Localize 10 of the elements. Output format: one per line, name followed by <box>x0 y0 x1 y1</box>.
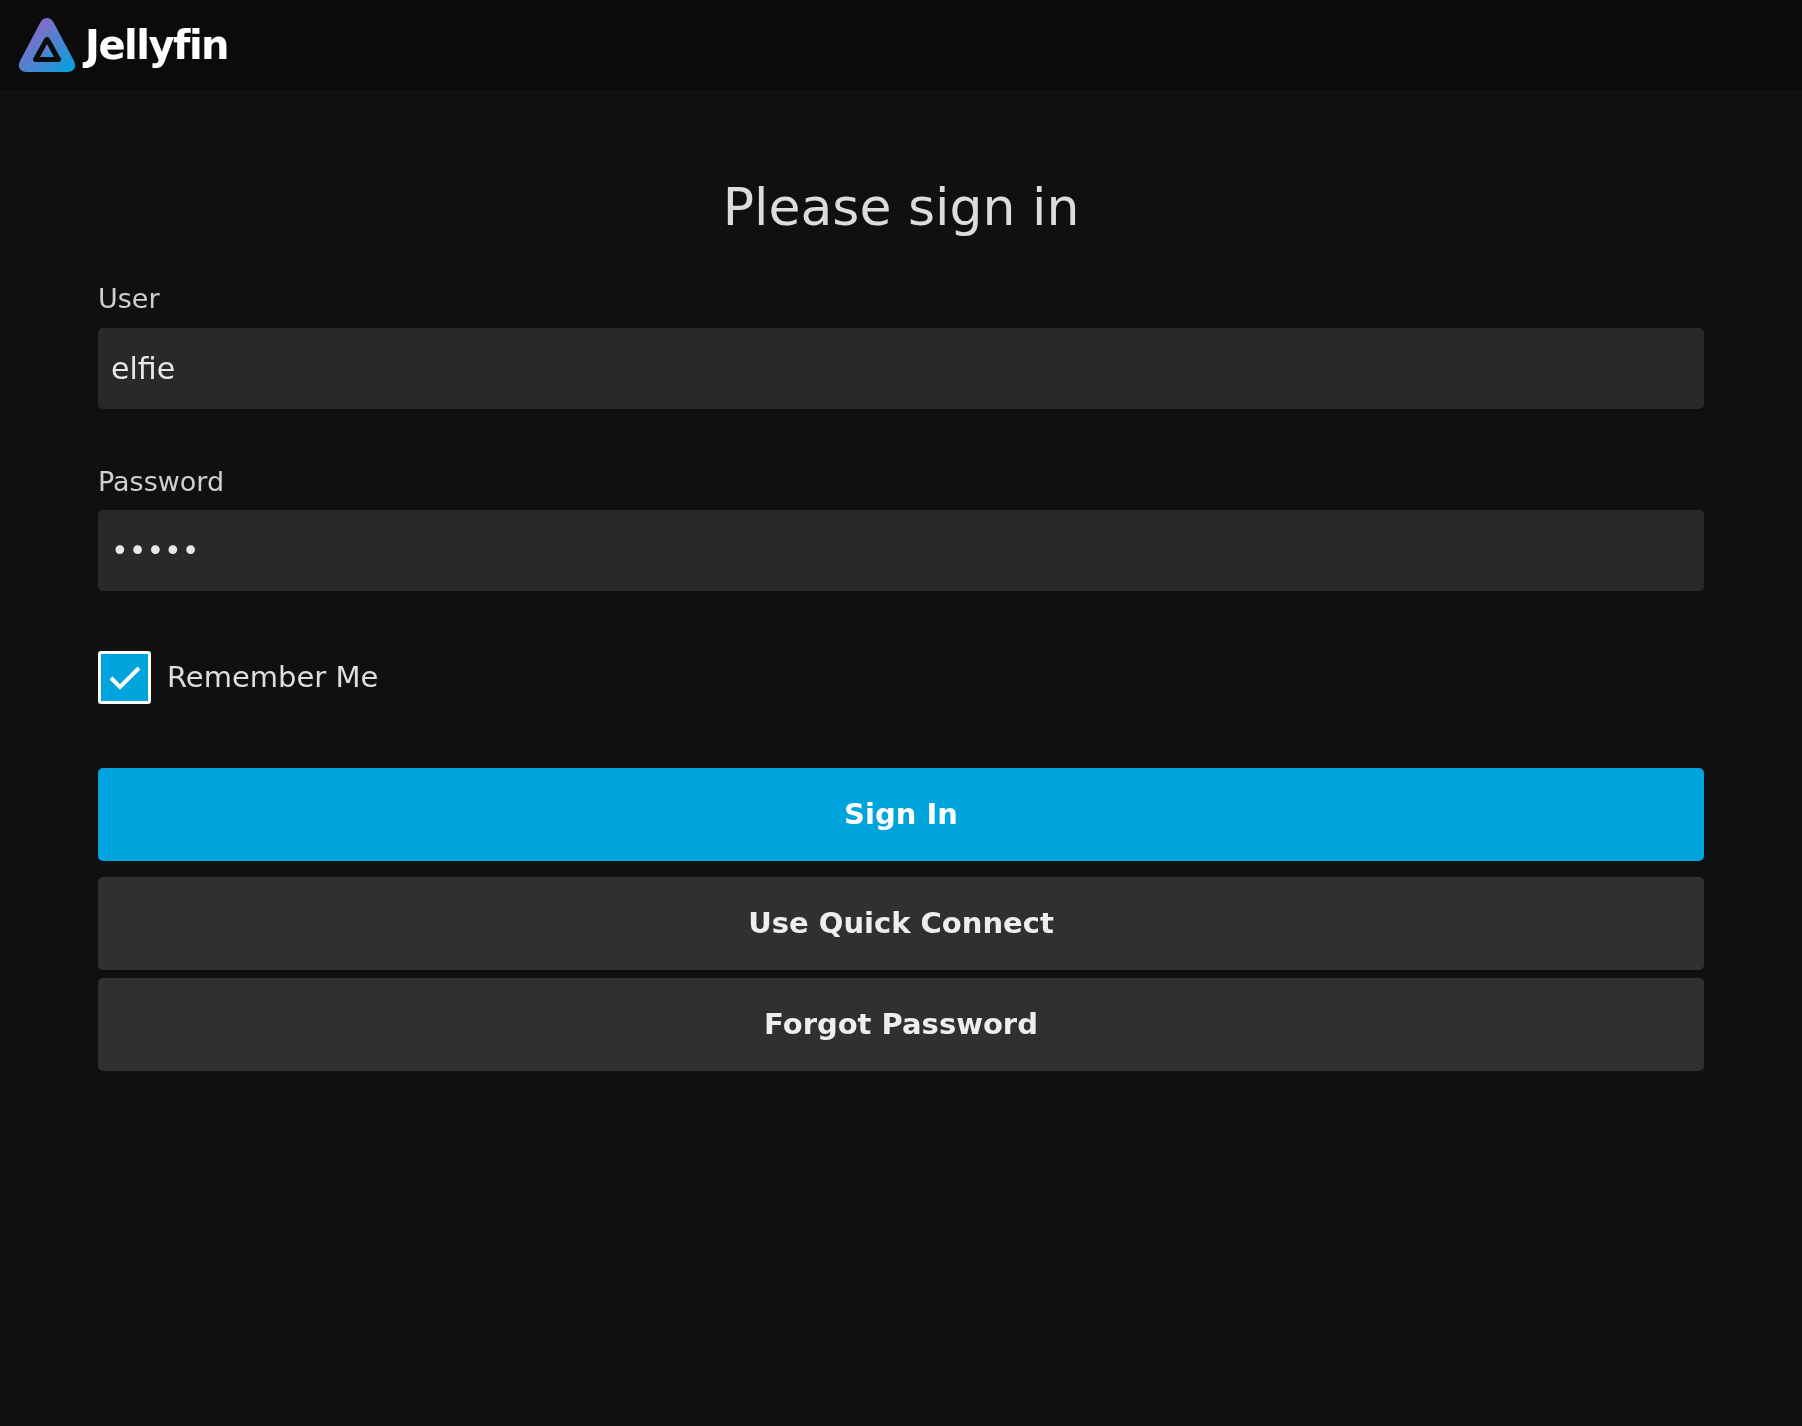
page-title: Please sign in <box>721 176 1081 239</box>
remember-label[interactable]: Remember Me <box>167 656 379 700</box>
action-button[interactable]: Forgot Password <box>98 978 1704 1072</box>
field-label: Password <box>98 464 225 499</box>
input-field[interactable]: elfie <box>98 327 1704 409</box>
remember-checkbox[interactable] <box>98 651 151 705</box>
input-field[interactable]: ••••• <box>98 510 1704 592</box>
logo-icon <box>17 15 77 75</box>
field-label: User <box>98 282 160 317</box>
action-button[interactable]: Use Quick Connect <box>98 877 1704 971</box>
